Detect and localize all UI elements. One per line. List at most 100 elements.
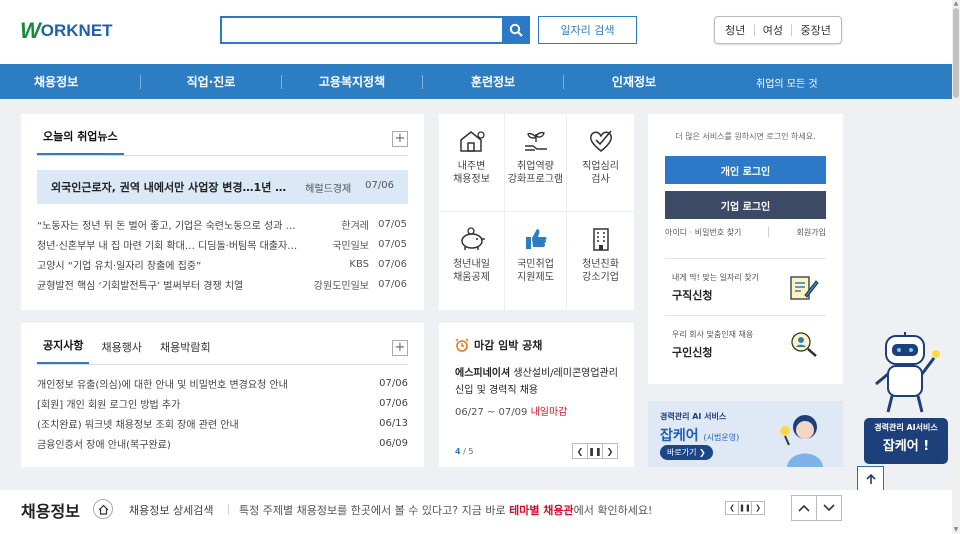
home-icon (98, 504, 108, 515)
job-apply-link[interactable]: 내게 딱! 맞는 일자리 찾기 구직신청 (665, 258, 826, 315)
nav-item-training[interactable]: 훈련정보 (423, 73, 563, 90)
news-item[interactable]: “노동자는 정년 뒤 돈 벌어 좋고, 기업은 숙련노동으로 성과 … 한겨레 07… (37, 214, 408, 234)
find-id-password-link[interactable]: 아이디 · 비밀번호 찾기 (665, 227, 741, 238)
pause-icon[interactable]: ❚❚ (738, 501, 752, 515)
deadline-title-text: 마감 임박 공채 (474, 339, 543, 352)
search-input[interactable] (222, 18, 502, 42)
thumbs-up-icon (525, 229, 546, 249)
piggy-bank-icon (460, 227, 485, 250)
service-nearby-jobs[interactable]: 내주변 채용정보 (439, 114, 505, 212)
tab-notices[interactable]: 공지사항 (37, 337, 90, 364)
woman-with-bulb-illustration (780, 415, 823, 467)
home-button[interactable] (93, 499, 113, 519)
deadline-dates: 06/27 ~ 07/09 내일마감 (455, 403, 618, 418)
tab-today-news[interactable]: 오늘의 취업뉴스 (37, 128, 124, 155)
age-tab-divider (791, 24, 793, 36)
search-button[interactable] (502, 16, 530, 44)
news-item[interactable]: 청년·신혼부부 내 집 마련 기회 확대… 디딤돌·버팀목 대출자… 국민일보 07… (37, 234, 408, 254)
service-youth-friendly-sme[interactable]: 청년친화 강소기업 (567, 212, 634, 310)
scrollbar-thumb[interactable] (953, 8, 959, 98)
link-divider (768, 227, 770, 237)
recruit-apply-link[interactable]: 우리 회사 맞춤인재 채용 구인신청 (665, 315, 826, 372)
notice-date: 07/06 (379, 377, 408, 389)
robot-jobcare-button[interactable]: 경력관리 AI서비스 잡케어 ! (864, 418, 948, 464)
notice-more-plus-icon[interactable]: + (392, 340, 408, 356)
deadline-job-posting[interactable]: 에스피네이셔 생산설비/레미콘영업관리 신입 및 경력직 채용 (455, 365, 618, 399)
headline-source: 헤럴드경제 (305, 183, 352, 195)
notice-title: [회원] 개인 회원 로그인 방법 추가 (37, 399, 181, 411)
services-grid: 내주변 채용정보 취업역량 강화프로그램 직업심리 검사 청년내일 채움공제 국… (439, 114, 634, 310)
deadline-pager-buttons: ❮ ❚❚ ❯ (572, 443, 618, 459)
next-arrow-icon[interactable]: ❯ (602, 443, 618, 459)
personal-login-button[interactable]: 개인 로그인 (665, 156, 826, 184)
news-item[interactable]: 균형발전 핵심 ‘기회발전특구’ 벌써부터 경쟁 치열 강원도민일보 07/06 (37, 274, 408, 294)
job-search-button[interactable]: 일자리 검색 (538, 16, 637, 44)
nav-all-menu[interactable]: 취업의 모든 것 (756, 75, 818, 90)
service-label: 청년친화 (582, 259, 619, 270)
recruit-apply-title: 구인신청 (672, 346, 713, 359)
section-divider (228, 504, 229, 514)
jobcare-banner[interactable]: 경력관리 AI 서비스 잡케어 (시범운영) 바로가기 ❯ (648, 401, 843, 467)
signup-link[interactable]: 회원가입 (797, 227, 826, 238)
service-label: 직업심리 (582, 161, 619, 172)
nav-item-talent[interactable]: 인재정보 (564, 73, 704, 90)
news-title: 고양시 “기업 유치·일자리 창출에 집중” (37, 260, 202, 272)
business-login-button[interactable]: 기업 로그인 (665, 191, 826, 219)
nav-item-welfare[interactable]: 고용복지정책 (282, 73, 422, 90)
notice-item[interactable]: 개인정보 유출(의심)에 대한 안내 및 비밀번호 변경요청 안내 07/06 (37, 373, 408, 393)
worknet-logo[interactable]: W ORKNET (20, 18, 113, 44)
notice-item[interactable]: (조치완료) 워크넷 채용정보 조회 장애 관련 안내 06/13 (37, 413, 408, 433)
tab-hiring-events[interactable]: 채용행사 (95, 339, 147, 364)
promo-text-pre: 특정 주제별 채용정보를 한곳에서 볼 수 있다고? 지금 바로 (239, 504, 510, 517)
service-youth-savings[interactable]: 청년내일 채움공제 (439, 212, 505, 310)
service-psych-test[interactable]: 직업심리 검사 (567, 114, 634, 212)
notice-item[interactable]: [회원] 개인 회원 로그인 방법 추가 07/06 (37, 393, 408, 413)
scroll-down-arrow-icon[interactable]: ▼ (952, 526, 960, 534)
notice-title: 금융인증서 장애 안내(복구완료) (37, 439, 171, 451)
scroll-to-top-button[interactable] (857, 466, 884, 491)
scroll-up-arrow-icon[interactable]: ▲ (952, 0, 960, 8)
news-title: 균형발전 핵심 ‘기회발전특구’ 벌써부터 경쟁 치열 (37, 280, 244, 292)
section-collapse-controls (791, 495, 842, 521)
age-tab-divider (753, 24, 755, 36)
age-tab-middle-aged[interactable]: 중장년 (800, 22, 830, 38)
search-icon (509, 23, 523, 37)
house-map-icon (459, 131, 485, 152)
news-title: “노동자는 정년 뒤 돈 벌어 좋고, 기업은 숙련노동으로 성과 … (37, 220, 296, 232)
nav-item-career[interactable]: 직업·진로 (141, 73, 281, 90)
headline-title: 외국인근로자, 권역 내에서만 사업장 변경…1년 … (51, 181, 287, 194)
chevron-up-icon[interactable] (791, 495, 817, 521)
service-label: 청년내일 (453, 259, 490, 270)
arrow-up-icon (865, 473, 876, 484)
service-label: 강화프로그램 (507, 174, 564, 185)
job-apply-title: 구직신청 (672, 289, 713, 302)
notice-item[interactable]: 금융인증서 장애 안내(복구완료) 06/09 (37, 433, 408, 453)
prev-arrow-icon[interactable]: ❮ (725, 501, 739, 515)
news-item[interactable]: 고양시 “기업 유치·일자리 창출에 집중” KBS 07/06 (37, 254, 408, 274)
news-more-plus-icon[interactable]: + (392, 131, 408, 147)
service-label: 취업역량 (517, 161, 554, 172)
service-label: 채용정보 (453, 174, 490, 185)
next-arrow-icon[interactable]: ❯ (751, 501, 765, 515)
service-label: 지원제도 (517, 272, 554, 283)
service-capability-program[interactable]: 취업역량 강화프로그램 (505, 114, 567, 212)
tab-job-fairs[interactable]: 채용박람회 (154, 339, 217, 364)
news-date: 07/05 (378, 218, 407, 230)
chevron-down-icon[interactable] (816, 495, 842, 521)
banner-go-button[interactable]: 바로가기 ❯ (660, 445, 713, 460)
quick-services-panel: 내주변 채용정보 취업역량 강화프로그램 직업심리 검사 청년내일 채움공제 국… (439, 114, 634, 310)
detail-search-link[interactable]: 채용정보 상세검색 (129, 502, 213, 518)
nav-item-jobs[interactable]: 채용정보 (20, 73, 140, 90)
age-tab-youth[interactable]: 청년 (725, 22, 745, 38)
recruit-apply-subtitle: 우리 회사 맞춤인재 채용 (672, 330, 754, 339)
logo-mark: W (20, 18, 41, 43)
prev-arrow-icon[interactable]: ❮ (572, 443, 588, 459)
deadline-panel: 마감 임박 공채 에스피네이셔 생산설비/레미콘영업관리 신입 및 경력직 채용… (439, 323, 634, 467)
pause-icon[interactable]: ❚❚ (587, 443, 603, 459)
news-headline[interactable]: 외국인근로자, 권역 내에서만 사업장 변경…1년 … 헤럴드경제 07/06 (37, 170, 408, 204)
age-group-tabs: 청년 여성 중장년 (714, 16, 842, 44)
theme-hall-link[interactable]: 테마별 채용관 (509, 504, 574, 517)
service-national-employment[interactable]: 국민취업 지원제도 (505, 212, 567, 310)
robot-caption-title: 잡케어 ! (882, 439, 930, 454)
age-tab-women[interactable]: 여성 (763, 22, 783, 38)
